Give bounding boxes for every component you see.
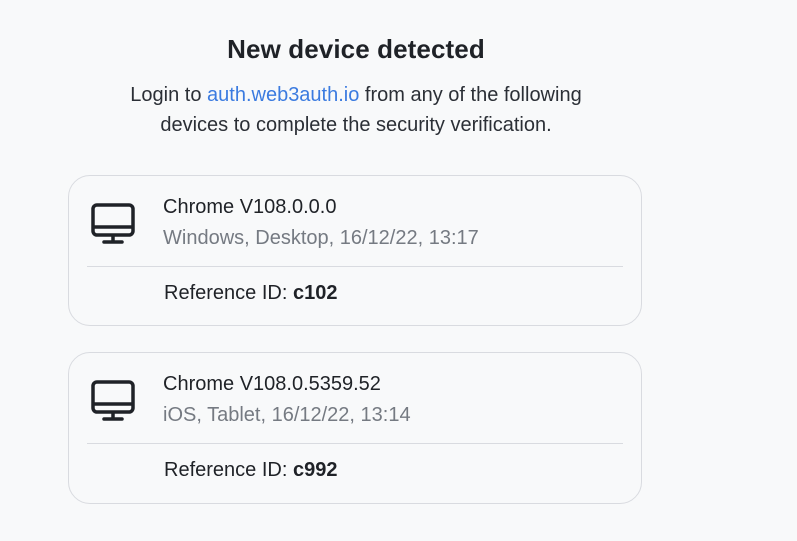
auth-domain-link[interactable]: auth.web3auth.io [207,84,359,106]
device-verification-page: New device detected Login to auth.web3au… [0,0,797,541]
reference-id-value: c102 [292,282,338,304]
device-name: Chrome V108.0.0.0 [163,196,337,218]
reference-id: Reference ID: c992 [164,459,337,482]
page-title: New device detected [227,34,485,64]
device-card: Chrome V108.0.0.0 Windows, Desktop, 16/1… [68,175,642,326]
reference-id: Reference ID: c102 [164,282,337,305]
reference-id-label: Reference ID: [164,282,293,304]
desktop-monitor-icon [91,380,135,421]
device-details: iOS, Tablet, 16/12/22, 13:14 [163,404,411,426]
reference-id-value: c992 [292,459,338,481]
card-divider [87,443,623,444]
device-details: Windows, Desktop, 16/12/22, 13:17 [163,227,479,249]
desktop-monitor-icon [91,203,135,244]
instructions-line-2: devices to complete the security verific… [160,114,552,136]
reference-id-label: Reference ID: [164,459,293,481]
card-divider [87,266,623,267]
instructions-text: Login to auth.web3auth.io from any of th… [0,80,712,140]
device-card: Chrome V108.0.5359.52 iOS, Tablet, 16/12… [68,352,642,504]
instructions-suffix: from any of the following [359,84,582,106]
device-name: Chrome V108.0.5359.52 [163,373,381,395]
instructions-prefix: Login to [130,84,208,106]
